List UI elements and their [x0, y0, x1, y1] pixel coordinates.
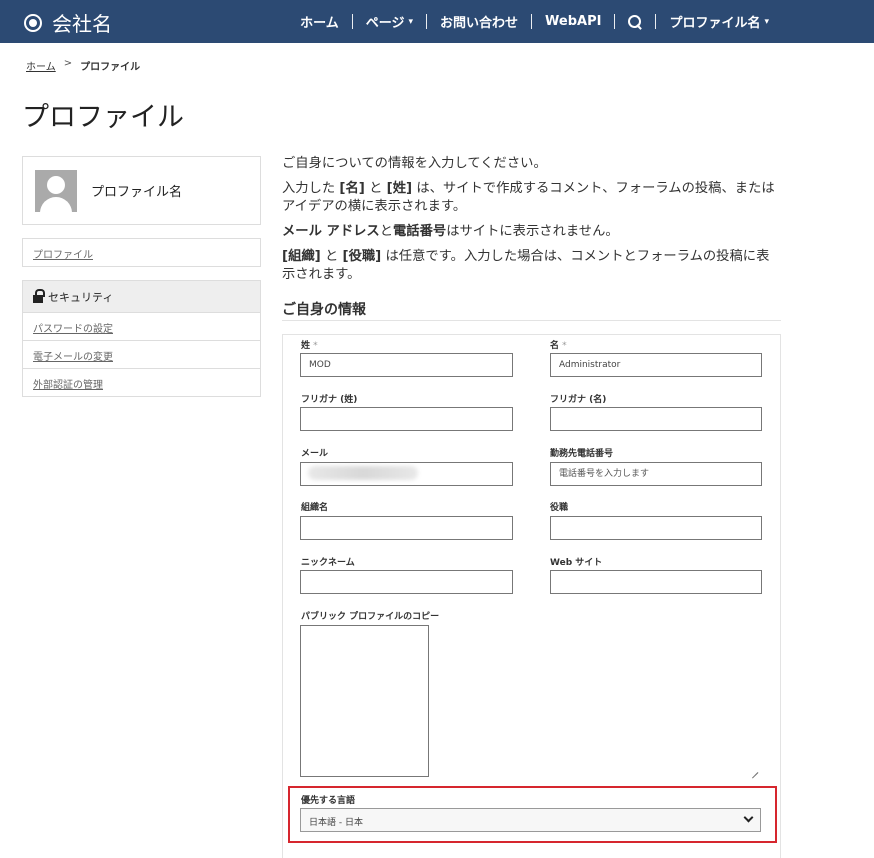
intro-text-fragment: 入力した — [282, 181, 340, 196]
first-name-label-text: 名 — [550, 341, 560, 351]
language-selected-value: 日本語 - 日本 — [309, 818, 363, 828]
textarea-resize-handle[interactable] — [749, 764, 759, 774]
nav-separator — [655, 14, 657, 29]
intro-line-4: [組織] と [役職] は任意です。入力した場合は、コメントとフォーラムの投稿に… — [282, 248, 782, 284]
chevron-down-icon — [743, 812, 754, 823]
furigana-first-label: フリガナ (名) — [550, 395, 607, 405]
last-name-label: 姓 * — [301, 338, 318, 351]
intro-text-fragment: はサイトに表示されません。 — [446, 224, 619, 239]
sidebar-item-change-email: 電子メールの変更 — [23, 340, 260, 368]
sidebar-item-profile[interactable]: プロファイル — [33, 250, 93, 261]
profile-name: プロファイル名 — [91, 185, 183, 200]
organization-term: [組織] — [282, 249, 321, 264]
sidebar-item-set-password: パスワードの設定 — [23, 312, 260, 340]
intro-line-2: 入力した [名] と [姓] は、サイトで作成するコメント、フォーラムの投稿、ま… — [282, 180, 782, 216]
nav-home-label: ホーム — [300, 16, 339, 31]
email-label: メール — [301, 449, 329, 459]
nav-separator — [531, 14, 533, 29]
website-input[interactable] — [550, 570, 762, 594]
last-name-input[interactable] — [300, 353, 513, 377]
intro-text-fragment: と — [379, 224, 394, 239]
brand-logo-icon — [24, 13, 42, 32]
avatar — [35, 169, 77, 212]
nav-webapi[interactable]: WebAPI — [532, 14, 614, 29]
email-redacted-value — [308, 466, 418, 480]
change-email-link[interactable]: 電子メールの変更 — [33, 352, 113, 363]
public-profile-label: パブリック プロファイルのコピー — [301, 612, 440, 622]
security-header: セキュリティ — [23, 281, 260, 312]
language-label: 優先する言語 — [301, 796, 356, 806]
nav-home[interactable]: ホーム — [287, 12, 352, 31]
job-title-label: 役職 — [550, 503, 569, 513]
sidebar-security-section: セキュリティ パスワードの設定 電子メールの変更 外部認証の管理 — [22, 280, 261, 397]
nav-search[interactable] — [615, 14, 655, 29]
intro-line-3: メール アドレスと電話番号はサイトに表示されません。 — [282, 223, 782, 241]
search-icon — [628, 14, 642, 29]
website-label: Web サイト — [550, 558, 603, 568]
page-title: プロファイル — [22, 102, 184, 133]
nav-profile-menu[interactable]: プロファイル名 ▾ — [656, 12, 782, 31]
work-phone-label: 勤務先電話番号 — [550, 449, 614, 459]
first-name-term: [名] — [339, 181, 365, 196]
section-divider — [282, 320, 781, 321]
phone-term: 電話番号 — [393, 224, 447, 239]
organization-input[interactable] — [300, 516, 513, 540]
security-title: セキュリティ — [48, 290, 114, 304]
caret-down-icon: ▾ — [764, 16, 769, 27]
breadcrumb-current: プロファイル — [80, 62, 141, 73]
breadcrumb-home-link[interactable]: ホーム — [26, 58, 56, 73]
email-term: メール アドレス — [282, 224, 380, 239]
furigana-first-input[interactable] — [550, 407, 762, 431]
caret-down-icon: ▾ — [408, 16, 413, 27]
breadcrumb: ホーム > プロファイル — [26, 58, 140, 73]
intro-line-1: ご自身についての情報を入力してください。 — [282, 156, 547, 171]
organization-label: 組織名 — [301, 503, 329, 513]
nav-webapi-label: WebAPI — [545, 14, 602, 29]
nav-pages-label: ページ — [365, 16, 405, 31]
last-name-term: [姓] — [386, 181, 413, 196]
lock-icon — [33, 288, 45, 303]
nav-contact-label: お問い合わせ — [440, 16, 519, 31]
first-name-input[interactable] — [550, 353, 762, 377]
external-auth-link[interactable]: 外部認証の管理 — [33, 380, 103, 391]
job-title-input[interactable] — [550, 516, 762, 540]
sidebar-item-external-auth: 外部認証の管理 — [23, 368, 260, 396]
nickname-label: ニックネーム — [301, 558, 355, 568]
required-marker: * — [313, 341, 318, 351]
last-name-label-text: 姓 — [301, 341, 311, 351]
work-phone-input[interactable] — [550, 462, 762, 486]
first-name-label: 名 * — [550, 338, 567, 351]
nav-separator — [351, 14, 353, 29]
nickname-input[interactable] — [300, 570, 513, 594]
public-profile-textarea[interactable] — [300, 625, 429, 777]
section-title: ご自身の情報 — [282, 302, 366, 318]
furigana-last-input[interactable] — [300, 407, 513, 431]
language-select[interactable]: 日本語 - 日本 — [300, 808, 761, 832]
breadcrumb-separator: > — [63, 58, 73, 69]
nav-contact[interactable]: お問い合わせ — [427, 12, 531, 31]
set-password-link[interactable]: パスワードの設定 — [33, 324, 113, 335]
profile-card: プロファイル名 — [22, 156, 261, 225]
nav-pages[interactable]: ページ ▾ — [353, 12, 426, 31]
nav-separator — [426, 14, 427, 29]
nav-links: ホーム ページ ▾ お問い合わせ WebAPI プロファイル名 ▾ — [287, 12, 782, 31]
required-marker: * — [562, 341, 567, 351]
intro-text-fragment: と — [364, 181, 387, 196]
top-navigation-bar: 会社名 ホーム ページ ▾ お問い合わせ WebAPI プロファイル名 ▾ — [0, 0, 874, 43]
brand[interactable]: 会社名 — [24, 8, 112, 37]
furigana-last-label: フリガナ (姓) — [301, 395, 358, 405]
nav-separator — [614, 14, 616, 29]
nav-profile-label: プロファイル名 — [669, 16, 761, 31]
job-title-term: [役職] — [342, 249, 382, 264]
intro-text: ご自身についての情報を入力してください。 入力した [名] と [姓] は、サイ… — [282, 155, 782, 291]
intro-text-fragment: と — [320, 249, 343, 264]
sidebar-profile-section: プロファイル — [22, 238, 261, 267]
brand-name: 会社名 — [52, 12, 112, 36]
